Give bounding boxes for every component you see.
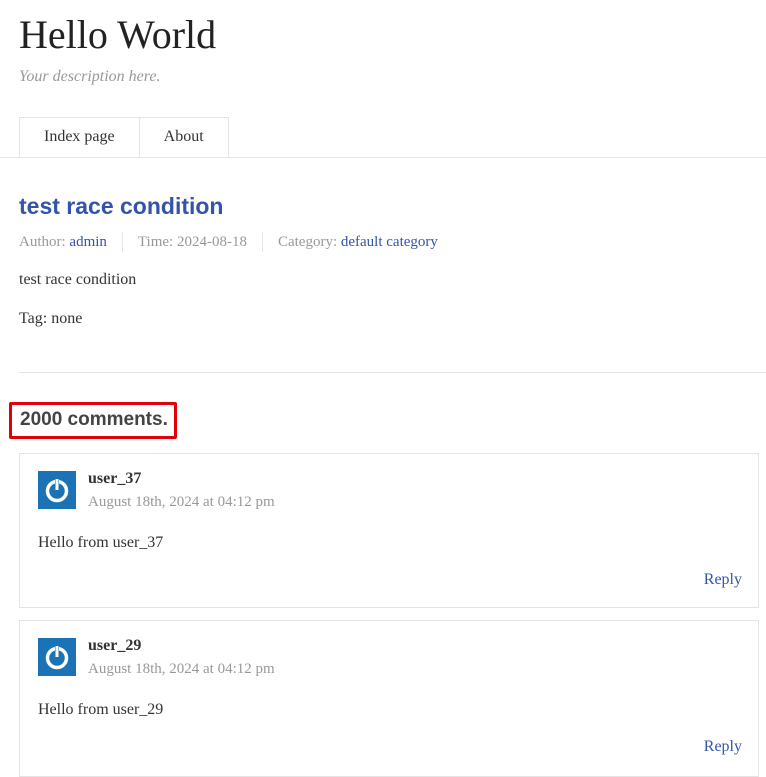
author-link[interactable]: admin	[69, 234, 107, 250]
reply-link[interactable]: Reply	[704, 738, 742, 756]
comments-count: 2000 comments.	[9, 402, 177, 439]
main-nav: Index page About	[19, 117, 229, 158]
post-tags: Tag: none	[19, 310, 83, 327]
comment-item: user_37 August 18th, 2024 at 04:12 pm He…	[19, 453, 759, 608]
comment-body: Hello from user_29	[38, 701, 164, 718]
meta-author-label: Author:	[19, 234, 66, 250]
comment-author: user_37	[88, 470, 142, 487]
site-title[interactable]: Hello World	[19, 12, 216, 58]
meta-author: Author: admin	[19, 232, 122, 252]
meta-time-value: 2024-08-18	[176, 234, 247, 250]
comment-date: August 18th, 2024 at 04:12 pm	[88, 661, 275, 677]
section-divider	[19, 372, 766, 373]
avatar	[38, 638, 76, 676]
power-icon	[45, 478, 69, 503]
reply-link[interactable]: Reply	[704, 571, 742, 589]
power-icon	[45, 645, 69, 670]
comment-author: user_29	[88, 637, 142, 654]
comment-body: Hello from user_37	[38, 534, 164, 551]
meta-time: Time: 2024-08-18	[121, 232, 262, 252]
nav-divider	[0, 157, 766, 158]
post-content: test race condition	[19, 271, 137, 288]
meta-time-label: Time:	[137, 234, 174, 250]
site-description: Your description here.	[19, 68, 161, 85]
meta-category: Category: default category	[261, 232, 453, 252]
category-link[interactable]: default category	[341, 234, 438, 250]
comment-item: user_29 August 18th, 2024 at 04:12 pm He…	[19, 620, 759, 777]
avatar	[38, 471, 76, 509]
nav-item-about[interactable]: About	[139, 117, 229, 158]
post-title[interactable]: test race condition	[19, 193, 223, 220]
comment-date: August 18th, 2024 at 04:12 pm	[88, 494, 275, 510]
meta-category-label: Category:	[277, 234, 338, 250]
nav-item-index[interactable]: Index page	[19, 117, 140, 158]
post-meta: Author: admin Time: 2024-08-18 Category:…	[19, 232, 453, 252]
